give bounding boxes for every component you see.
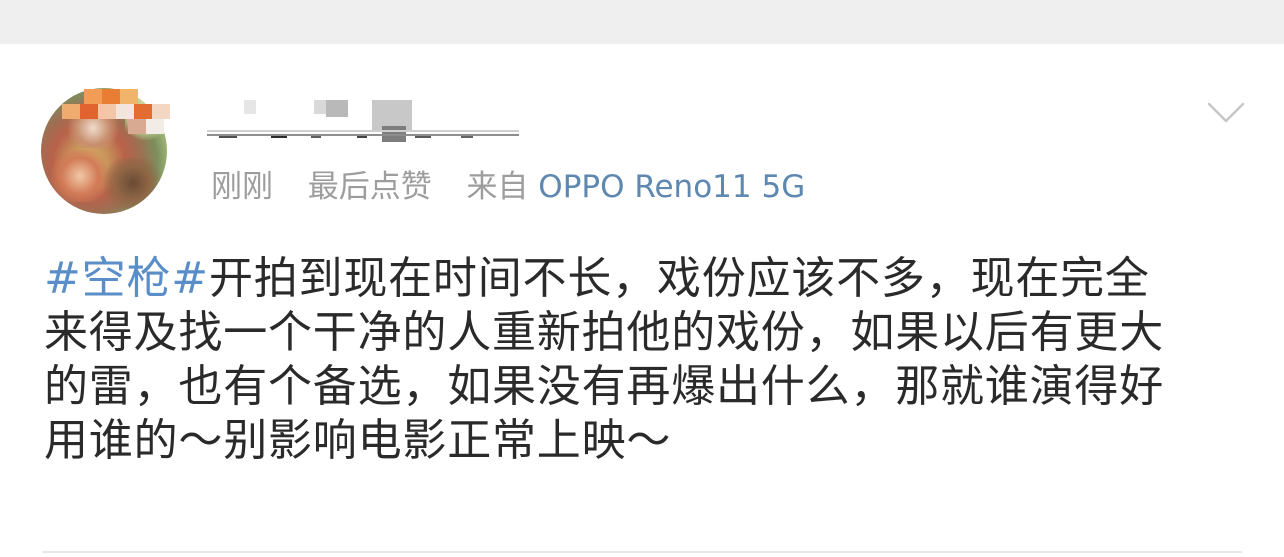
redaction-block [314,100,326,114]
mosaic-cell [152,104,170,119]
bottom-divider [42,551,1242,553]
username-redacted[interactable] [207,100,519,148]
mosaic-cell [128,119,146,134]
redaction-line [219,136,237,138]
mosaic-cell [116,104,134,119]
redaction-line [311,136,321,138]
avatar-mosaic [62,89,170,135]
chevron-down-icon[interactable] [1207,100,1245,126]
mosaic-cell [120,89,138,104]
post-time: 刚刚 [211,169,273,205]
hashtag-link[interactable]: #空枪# [44,253,209,304]
post-line-2: 来得及找一个干净的人重新拍他的戏份，如果以后有更大 [44,307,1164,358]
post-meta: 刚刚 最后点赞 来自 OPPO Reno11 5G [211,167,805,207]
mosaic-cell [98,104,116,119]
mosaic-cell [80,104,98,119]
avatar-art-part [101,158,165,208]
post-card: 刚刚 最后点赞 来自 OPPO Reno11 5G #空枪#开拍到现在时间不长，… [0,44,1284,557]
redaction-block [244,100,256,114]
mosaic-cell [102,89,120,104]
redaction-line [357,136,367,138]
redaction-line [207,130,519,132]
post-line-3: 的雷，也有个备选，如果没有再爆出什么，那就谁演得好 [44,361,1164,412]
source-prefix: 来自 [466,169,529,205]
mosaic-cell [134,104,152,119]
redaction-block [326,100,348,117]
mosaic-cell [62,104,80,119]
redaction-line [461,136,473,138]
device-link[interactable]: OPPO Reno11 5G [538,169,805,205]
post-line-4: 用谁的～别影响电影正常上映～ [44,415,672,466]
redaction-line [271,136,287,138]
post-body: #空枪#开拍到现在时间不长，戏份应该不多，现在完全 来得及找一个干净的人重新拍他… [44,252,1244,468]
liked-status: 最后点赞 [307,169,432,205]
post-line-1-text: 开拍到现在时间不长，戏份应该不多，现在完全 [208,253,1150,304]
mosaic-cell [146,119,164,134]
mosaic-cell [84,89,102,104]
redaction-line [415,136,431,138]
post-line-1: #空枪#开拍到现在时间不长，戏份应该不多，现在完全 [44,252,1244,306]
top-band [0,0,1284,44]
